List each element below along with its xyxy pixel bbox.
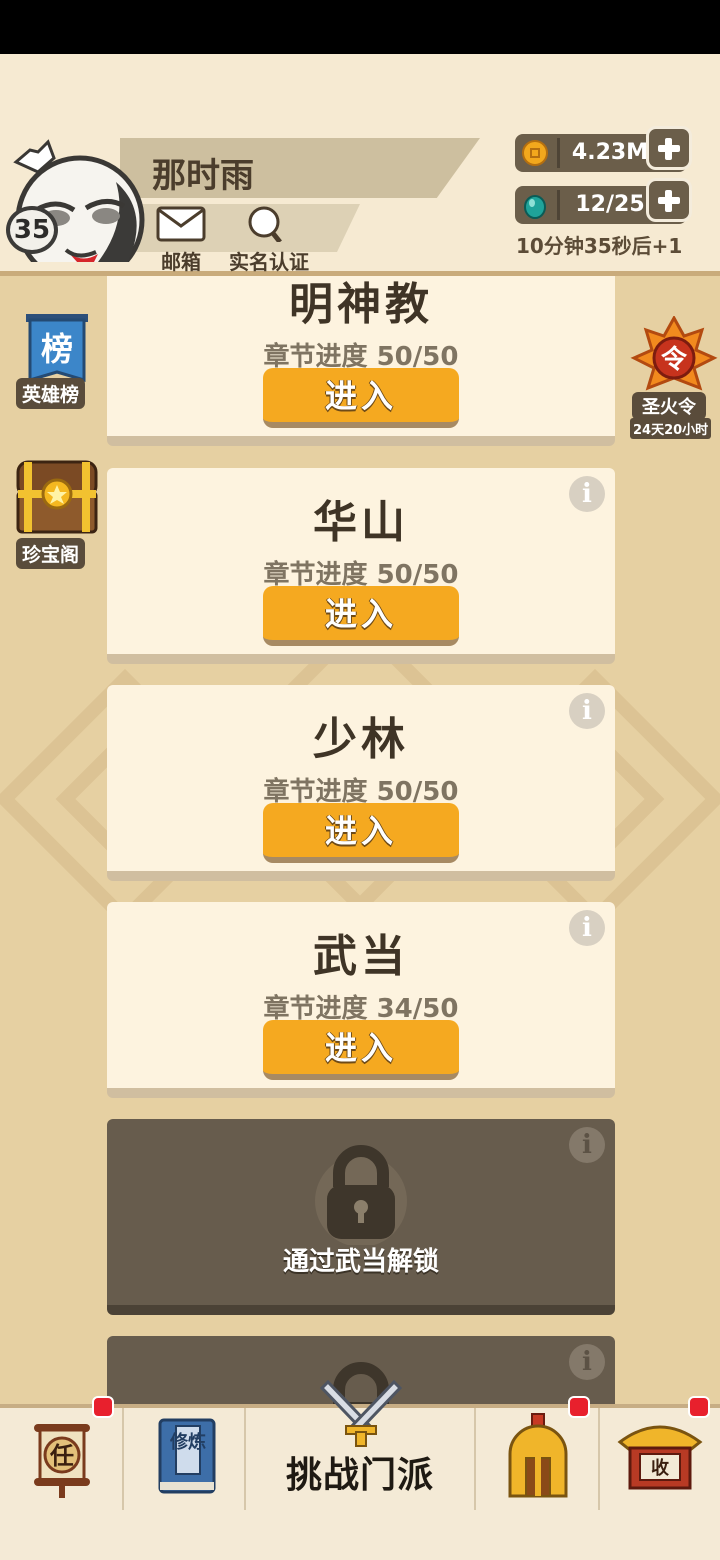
coin-icon xyxy=(522,140,548,166)
holy-fire-timer: 24天20小时 xyxy=(630,418,712,439)
energy-gourd-icon xyxy=(524,195,546,219)
enter-button[interactable]: 进入 xyxy=(263,1020,459,1080)
pavilion-icon: 收 xyxy=(617,1425,703,1490)
bottom-safe-area xyxy=(0,1510,720,1560)
train-glyph: 修炼 xyxy=(169,1431,206,1453)
unlock-condition: 通过武当解锁 xyxy=(282,1247,439,1277)
enter-button[interactable]: 进入 xyxy=(263,803,459,863)
hero-rank-button[interactable]: 榜 英雄榜 xyxy=(14,310,100,410)
nav-tasks[interactable]: 任 xyxy=(0,1396,124,1510)
energy-timer: 10分钟35秒后+1 xyxy=(516,234,683,258)
helmet-icon xyxy=(508,1413,568,1498)
info-icon[interactable]: i xyxy=(569,1344,605,1380)
top-header: 35 那时雨 邮箱 实名认证 4.23M 12/25 10分钟35秒后+1 xyxy=(0,54,720,276)
nav-challenge-sect[interactable]: 挑战门派 xyxy=(246,1379,476,1510)
nav-collection[interactable]: 收 xyxy=(600,1396,720,1510)
holy-fire-label: 圣火令 xyxy=(632,392,706,420)
sect-card: i 华山 章节进度 50/50 进入 xyxy=(107,468,615,664)
holy-fire-token-button[interactable]: 令 圣火令 24天20小时 xyxy=(630,314,718,440)
coin-value: 4.23M xyxy=(571,140,649,165)
add-energy-button[interactable] xyxy=(646,178,692,222)
treasure-pavilion-button[interactable]: 珍宝阁 xyxy=(14,456,100,572)
sect-title: 明神教 xyxy=(289,279,433,330)
notification-dot xyxy=(92,1396,114,1418)
task-scroll-icon: 任 xyxy=(34,1424,90,1498)
sect-title: 少林 xyxy=(313,714,409,765)
sect-list[interactable]: 明神教 章节进度 50/50 进入 i 华山 章节进度 50/50 进入 i 少… xyxy=(0,276,720,1406)
verify-label: 实名认证 xyxy=(229,250,309,274)
collect-glyph: 收 xyxy=(651,1457,669,1479)
info-icon[interactable]: i xyxy=(569,1127,605,1163)
challenge-label: 挑战门派 xyxy=(285,1455,434,1496)
locked-sect-card[interactable]: i 通过武当解锁 xyxy=(107,1119,615,1315)
sect-card: i 武当 章节进度 34/50 进入 xyxy=(107,902,615,1098)
player-name: 那时雨 xyxy=(152,156,254,196)
mail-label: 邮箱 xyxy=(161,250,201,274)
enter-button[interactable]: 进入 xyxy=(263,586,459,646)
energy-value: 12/25 xyxy=(575,192,645,217)
enter-button[interactable]: 进入 xyxy=(263,368,459,428)
level-badge: 35 xyxy=(6,206,58,254)
sect-card: 明神教 章节进度 50/50 进入 xyxy=(107,276,615,446)
real-name-verify-button[interactable]: 实名认证 xyxy=(224,206,314,275)
lock-icon xyxy=(315,1145,407,1245)
sect-card: i 少林 章节进度 50/50 进入 xyxy=(107,685,615,881)
notification-dot xyxy=(688,1396,710,1418)
token-glyph: 令 xyxy=(661,344,688,375)
task-glyph: 任 xyxy=(49,1442,74,1470)
nav-equipment[interactable] xyxy=(476,1396,600,1510)
training-book-icon: 修炼 xyxy=(158,1418,216,1494)
flame-token-icon: 令 xyxy=(630,314,718,391)
mail-button[interactable]: 邮箱 xyxy=(156,206,206,275)
add-coins-button[interactable] xyxy=(646,126,692,170)
hero-rank-label: 英雄榜 xyxy=(16,378,86,409)
treasure-chest-icon xyxy=(16,460,98,534)
magnifier-icon xyxy=(248,206,282,244)
rank-glyph: 榜 xyxy=(41,330,73,368)
bottom-navigation: 任 修炼 挑战门派 收 xyxy=(0,1379,720,1510)
game-screen: 35 那时雨 邮箱 实名认证 4.23M 12/25 10分钟35秒后+1 明神… xyxy=(0,54,720,1560)
nav-training[interactable]: 修炼 xyxy=(124,1408,246,1510)
crossed-swords-icon xyxy=(319,1379,403,1447)
system-status-bar xyxy=(0,0,720,54)
envelope-icon xyxy=(156,206,206,242)
treasure-label: 珍宝阁 xyxy=(16,538,86,569)
sect-title: 武当 xyxy=(313,931,409,982)
sect-title: 华山 xyxy=(313,497,409,548)
